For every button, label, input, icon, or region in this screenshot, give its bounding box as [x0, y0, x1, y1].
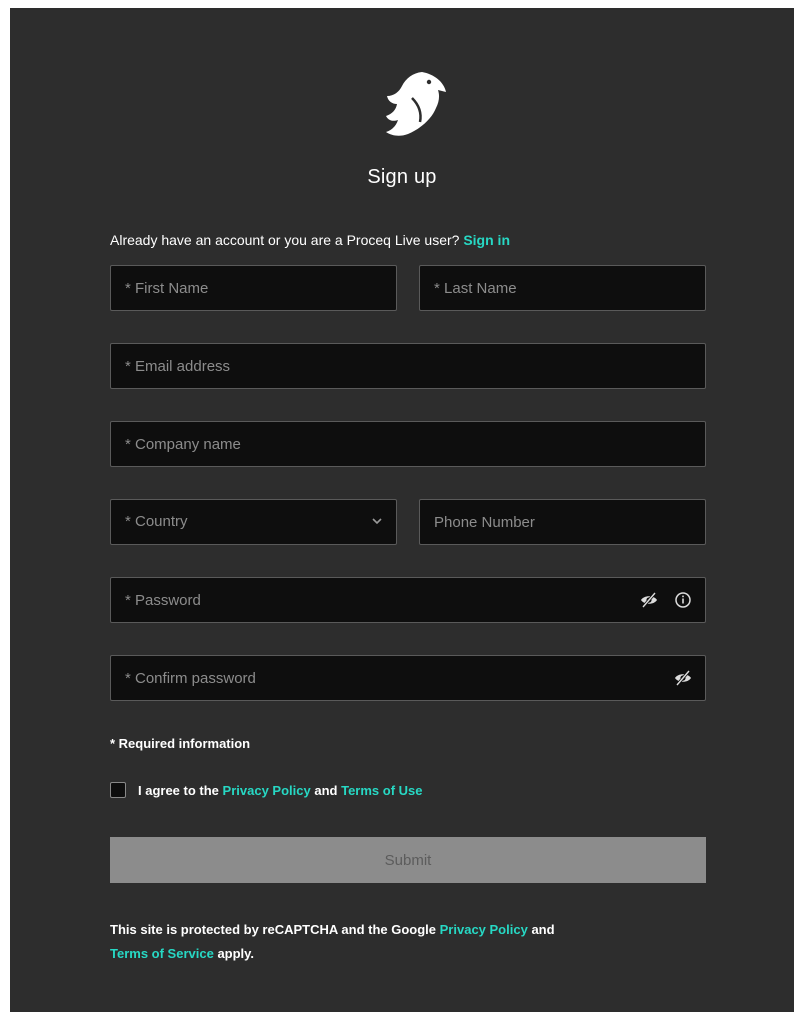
eye-slash-icon[interactable] [639, 591, 659, 609]
signin-prompt-text: Already have an account or you are a Pro… [110, 232, 460, 248]
confirm-password-input[interactable] [111, 656, 705, 700]
email-input[interactable] [111, 344, 705, 388]
chevron-down-icon [372, 518, 382, 525]
first-name-input[interactable] [111, 266, 396, 310]
sign-in-link[interactable]: Sign in [463, 232, 510, 248]
email-field[interactable] [110, 343, 706, 389]
recaptcha-suffix: apply. [217, 946, 255, 961]
phone-input[interactable] [420, 500, 705, 544]
last-name-field[interactable] [419, 265, 706, 311]
page-title: Sign up [367, 166, 437, 188]
eagle-logo-icon [386, 72, 446, 136]
country-select[interactable]: * Country [110, 499, 397, 545]
last-name-input[interactable] [420, 266, 705, 310]
google-privacy-policy-link[interactable]: Privacy Policy [440, 922, 528, 937]
confirm-password-field[interactable] [110, 655, 706, 701]
privacy-policy-link[interactable]: Privacy Policy [223, 783, 311, 798]
terms-of-use-link[interactable]: Terms of Use [341, 783, 422, 798]
submit-button[interactable]: Submit [110, 837, 706, 883]
signin-prompt: Already have an account or you are a Pro… [110, 232, 510, 248]
recaptcha-and: and [531, 922, 555, 937]
agree-and: and [314, 782, 338, 798]
recaptcha-prefix: This site is protected by reCAPTCHA and … [110, 922, 437, 937]
company-input[interactable] [111, 422, 705, 466]
agree-row: I agree to the Privacy Policy and Terms … [110, 782, 423, 798]
recaptcha-notice: This site is protected by reCAPTCHA and … [110, 918, 670, 966]
terms-of-service-link[interactable]: Terms of Service [110, 946, 214, 961]
country-select-value: * Country [125, 513, 188, 530]
company-field[interactable] [110, 421, 706, 467]
eye-slash-icon[interactable] [673, 669, 693, 687]
required-note: * Required information [110, 736, 251, 751]
phone-field[interactable] [419, 499, 706, 545]
password-input[interactable] [111, 578, 705, 622]
first-name-field[interactable] [110, 265, 397, 311]
signup-card: Sign up Already have an account or you a… [10, 8, 794, 1012]
info-icon[interactable] [673, 590, 693, 610]
agree-prefix: I agree to the [138, 782, 219, 798]
agree-checkbox[interactable] [110, 782, 126, 798]
password-field[interactable] [110, 577, 706, 623]
